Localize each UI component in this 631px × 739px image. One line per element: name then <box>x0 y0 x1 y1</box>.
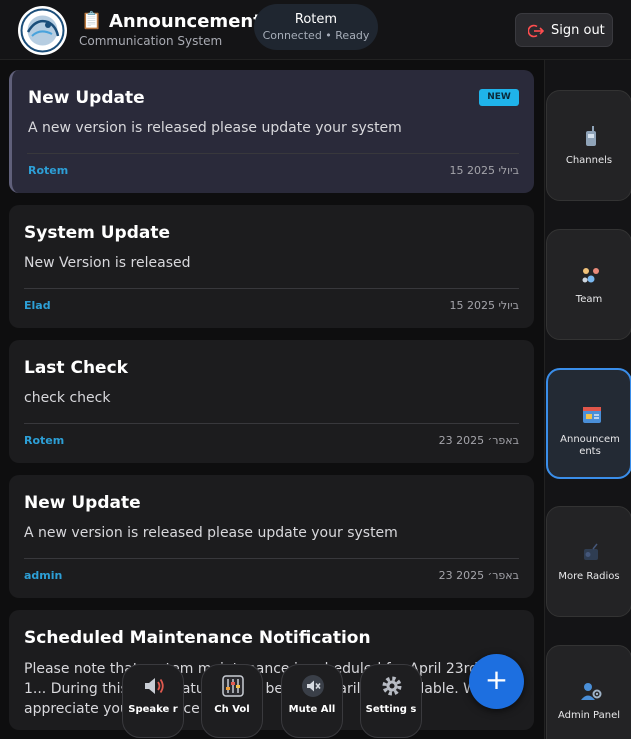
announcement-author: Elad <box>24 299 51 312</box>
sign-out-button[interactable]: Sign out <box>515 13 613 47</box>
clipboard-icon: 📋 <box>81 11 103 31</box>
settings-label: Setting s <box>365 704 417 715</box>
sidebar-item-label: Admin Panel <box>557 710 621 721</box>
sidebar: Channels Team Announcem ents More Radios… <box>544 60 631 739</box>
announcement-card[interactable]: System Update New Version is released El… <box>9 205 534 328</box>
settings-button[interactable]: Setting s <box>360 664 422 738</box>
announcement-date: 15 ביולי 2025 <box>449 299 519 312</box>
announcements-icon <box>583 407 601 423</box>
announcement-author: Rotem <box>24 434 65 447</box>
sidebar-item-admin-panel[interactable]: Admin Panel <box>546 645 631 739</box>
mute-all-button[interactable]: Mute All <box>281 664 343 738</box>
sidebar-item-label: Announcem ents <box>560 434 620 457</box>
page-title: Announcements <box>109 11 273 32</box>
channel-volume-label: Ch Vol <box>214 704 250 715</box>
announcement-card[interactable]: Scheduled Maintenance Notification Pleas… <box>9 610 534 730</box>
connection-status: Connected • Ready <box>262 29 370 42</box>
divider <box>27 153 519 154</box>
divider <box>24 288 519 289</box>
channel-volume-button[interactable]: Ch Vol <box>201 664 263 738</box>
announcement-feed[interactable]: New Update NEW A new version is released… <box>0 60 544 739</box>
announcement-card[interactable]: Last Check check check Rotem 23 באפר׳ 20… <box>9 340 534 463</box>
logo <box>18 6 67 55</box>
app-root: 📋 Announcements Communication System Rot… <box>0 0 631 739</box>
mixer-icon <box>222 675 244 697</box>
announcement-date: 23 באפר׳ 2025 <box>438 434 519 447</box>
gear-icon <box>382 676 402 696</box>
more-radios-icon <box>584 543 598 560</box>
team-icon <box>582 268 599 283</box>
admin-icon <box>581 683 602 700</box>
announcement-body: Please note that system maintenance is s… <box>24 661 497 717</box>
mute-all-label: Mute All <box>288 704 336 715</box>
announcement-title: New Update <box>28 88 145 108</box>
sidebar-item-more-radios[interactable]: More Radios <box>546 506 631 617</box>
mute-icon <box>302 675 324 697</box>
sidebar-item-label: Channels <box>565 155 613 166</box>
sidebar-item-label: Team <box>575 294 603 305</box>
sign-out-label: Sign out <box>551 23 605 38</box>
announcement-date: 15 ביולי 2025 <box>449 164 519 177</box>
speaker-button[interactable]: Speake r <box>122 664 184 738</box>
sidebar-item-team[interactable]: Team <box>546 229 631 340</box>
divider <box>24 423 519 424</box>
radio-icon <box>586 126 596 146</box>
plus-icon: + <box>484 663 509 696</box>
announcement-title: System Update <box>24 223 171 243</box>
sidebar-item-channels[interactable]: Channels <box>546 90 631 201</box>
speaker-icon <box>145 678 164 694</box>
divider <box>24 558 519 559</box>
announcement-body: A new version is released please update … <box>24 525 398 541</box>
announcement-title: Last Check <box>24 358 128 378</box>
speaker-label: Speake r <box>128 704 178 715</box>
page-subtitle: Communication System <box>79 34 223 48</box>
announcement-title: Scheduled Maintenance Notification <box>24 628 371 648</box>
announcement-author: Rotem <box>28 164 69 177</box>
add-announcement-button[interactable]: + <box>469 654 524 709</box>
sidebar-item-label: More Radios <box>558 571 620 582</box>
announcement-card[interactable]: New Update NEW A new version is released… <box>9 70 534 193</box>
announcement-title: New Update <box>24 493 141 513</box>
announcement-date: 23 באפר׳ 2025 <box>438 569 519 582</box>
announcement-body: check check <box>24 390 111 406</box>
announcement-body: New Version is released <box>24 255 191 271</box>
sign-out-icon <box>528 24 544 38</box>
user-name: Rotem <box>294 12 338 27</box>
user-status-pill: Rotem Connected • Ready <box>254 4 378 50</box>
sidebar-item-announcements[interactable]: Announcem ents <box>546 368 631 479</box>
app-header: 📋 Announcements Communication System Rot… <box>0 0 631 60</box>
new-badge: NEW <box>479 89 519 106</box>
announcement-author: admin <box>24 569 63 582</box>
announcement-body: A new version is released please update … <box>28 120 402 136</box>
announcement-card[interactable]: New Update A new version is released ple… <box>9 475 534 598</box>
